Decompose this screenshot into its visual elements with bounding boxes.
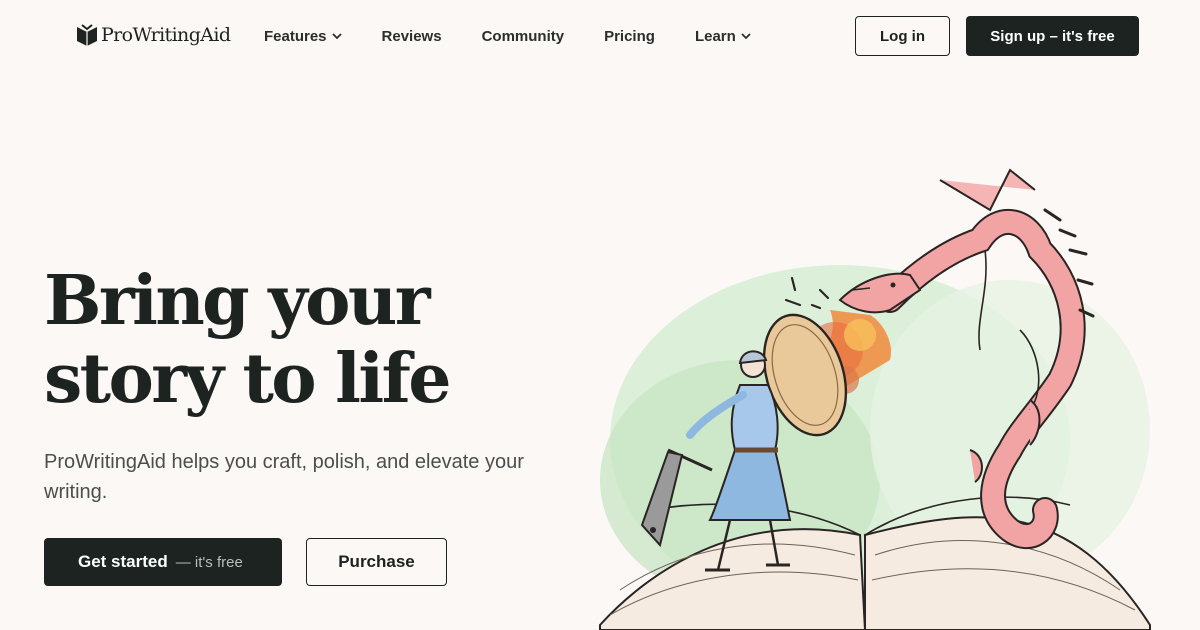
nav-item-features[interactable]: Features [264, 26, 342, 46]
nav-item-community[interactable]: Community [482, 26, 565, 46]
get-started-button[interactable]: Get started — it's free [44, 538, 282, 586]
nav-item-label: Pricing [604, 27, 655, 45]
get-started-label: Get started [78, 552, 168, 571]
brand-name: ProWritingAid [101, 24, 231, 46]
nav-item-reviews[interactable]: Reviews [382, 26, 442, 46]
purchase-button[interactable]: Purchase [306, 538, 447, 586]
get-started-sublabel: — it's free [175, 553, 243, 571]
nav-item-label: Reviews [381, 27, 442, 45]
chevron-down-icon [331, 33, 342, 40]
hero-subtitle: ProWritingAid helps you craft, polish, a… [44, 451, 524, 503]
hero-title-line: story to life [44, 339, 451, 419]
nav-item-label: Community [481, 27, 565, 45]
nav-item-label: Learn [694, 27, 736, 45]
brand-logo[interactable]: ProWritingAid [76, 22, 231, 48]
chevron-down-icon [741, 33, 751, 40]
nav-item-pricing[interactable]: Pricing [604, 26, 655, 46]
hero-title-line: Bring your [44, 261, 431, 341]
nav-links: Features Reviews Community Pricing Learn [264, 26, 751, 46]
book-icon [77, 24, 97, 46]
nav-item-learn[interactable]: Learn [695, 26, 751, 46]
top-nav: ProWritingAid Features Reviews Community… [0, 0, 1200, 72]
hero-title: Bring your story to life [44, 262, 584, 418]
hero-illustration [599, 168, 1151, 630]
nav-item-label: Features [264, 27, 327, 45]
signup-button[interactable]: Sign up – it's free [966, 16, 1139, 56]
login-button[interactable]: Log in [855, 16, 950, 56]
